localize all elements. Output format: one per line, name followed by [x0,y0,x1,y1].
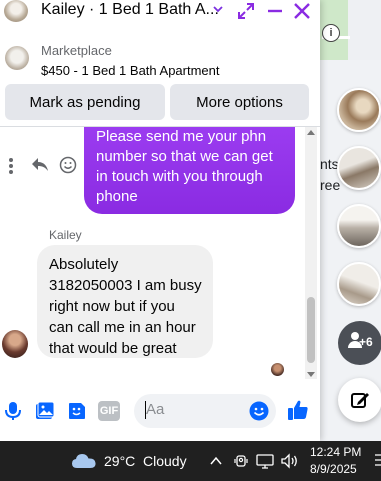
compose-icon [351,393,369,408]
minimize-icon[interactable] [266,2,284,20]
chevron-up-icon[interactable] [210,456,222,466]
weather-condition[interactable]: Cloudy [143,453,187,469]
reply-icon[interactable] [31,157,49,173]
photo-icon[interactable] [35,401,55,421]
more-contacts-button[interactable]: +6 [338,321,381,365]
message-actions [3,154,83,178]
mark-as-pending-button[interactable]: Mark as pending [5,84,165,120]
weather-temperature[interactable]: 29°C [104,453,135,469]
close-icon[interactable] [292,1,312,21]
sender-name: Kailey [49,228,82,242]
more-contacts-count: +6 [359,335,373,349]
more-options-button[interactable]: More options [170,84,309,120]
windows-taskbar: 29°C Cloudy 12:24 PM 8/9/2025 [0,441,381,481]
contact-avatar-2[interactable] [337,146,381,190]
listing-actions: Mark as pending More options [0,84,320,120]
message-placeholder: Aa [146,401,165,418]
outgoing-message: Please send me your phn number so that w… [84,127,295,214]
contact-avatar-3[interactable] [337,204,381,248]
message-line: Absolutely [49,256,119,273]
listing-avatar[interactable] [4,0,28,22]
clock-time[interactable]: 12:24 PM [310,445,361,459]
clock-date[interactable]: 8/9/2025 [310,462,357,476]
contact-avatar-4[interactable] [337,262,381,306]
camera-icon[interactable] [234,454,248,468]
message-line: Please send me your phn [96,128,267,145]
scrollbar-thumb[interactable] [307,297,315,363]
notification-icon[interactable] [374,451,381,471]
more-vertical-icon[interactable] [8,157,14,175]
chevron-down-icon[interactable] [211,2,225,16]
listing-thumbnail [5,46,29,70]
chat-header: Kailey · 1 Bed 1 Bath A... [0,0,320,24]
listing-info[interactable]: Marketplace $450 - 1 Bed 1 Bath Apartmen… [0,38,320,82]
network-icon[interactable] [256,454,274,469]
person-icon [351,332,359,340]
background-text-2: ree [320,177,341,193]
listing-name: $450 - 1 Bed 1 Bath Apartment [41,63,220,78]
message-line: 3182050003 I am busy [49,277,202,294]
listing-category: Marketplace [41,43,112,58]
chat-window: Kailey · 1 Bed 1 Bath A... Marketplace $… [0,0,320,441]
new-message-button[interactable] [338,378,381,422]
scroll-up-arrow-icon[interactable] [307,130,315,135]
message-line: can call me in an hour [49,319,196,336]
gif-button[interactable]: GIF [98,401,120,421]
message-line: number so that we can get [96,148,273,165]
cloud-icon[interactable] [71,451,97,471]
message-line: phone [96,188,138,205]
sender-avatar[interactable] [2,330,28,358]
expand-icon[interactable] [237,2,255,20]
scroll-down-arrow-icon[interactable] [307,372,315,377]
message-composer: GIF Aa [0,391,320,431]
sticker-icon[interactable] [67,401,87,421]
info-icon[interactable]: i [322,24,340,42]
incoming-message: Absolutely 3182050003 I am busy right no… [37,245,213,358]
volume-icon[interactable] [281,453,299,469]
chat-title[interactable]: Kailey · 1 Bed 1 Bath A... [41,1,219,19]
smiley-icon[interactable] [59,156,77,174]
contact-avatar-1[interactable] [337,88,381,132]
thumbs-up-icon[interactable] [287,399,309,421]
microphone-icon[interactable] [5,401,21,421]
emoji-icon[interactable] [249,401,269,421]
background-text-1: nts [320,156,339,172]
seen-indicator-avatar [271,363,284,376]
message-line: right now but if you [49,298,175,315]
message-line: that would be great [49,340,177,357]
message-line: in touch with you through [96,168,263,185]
